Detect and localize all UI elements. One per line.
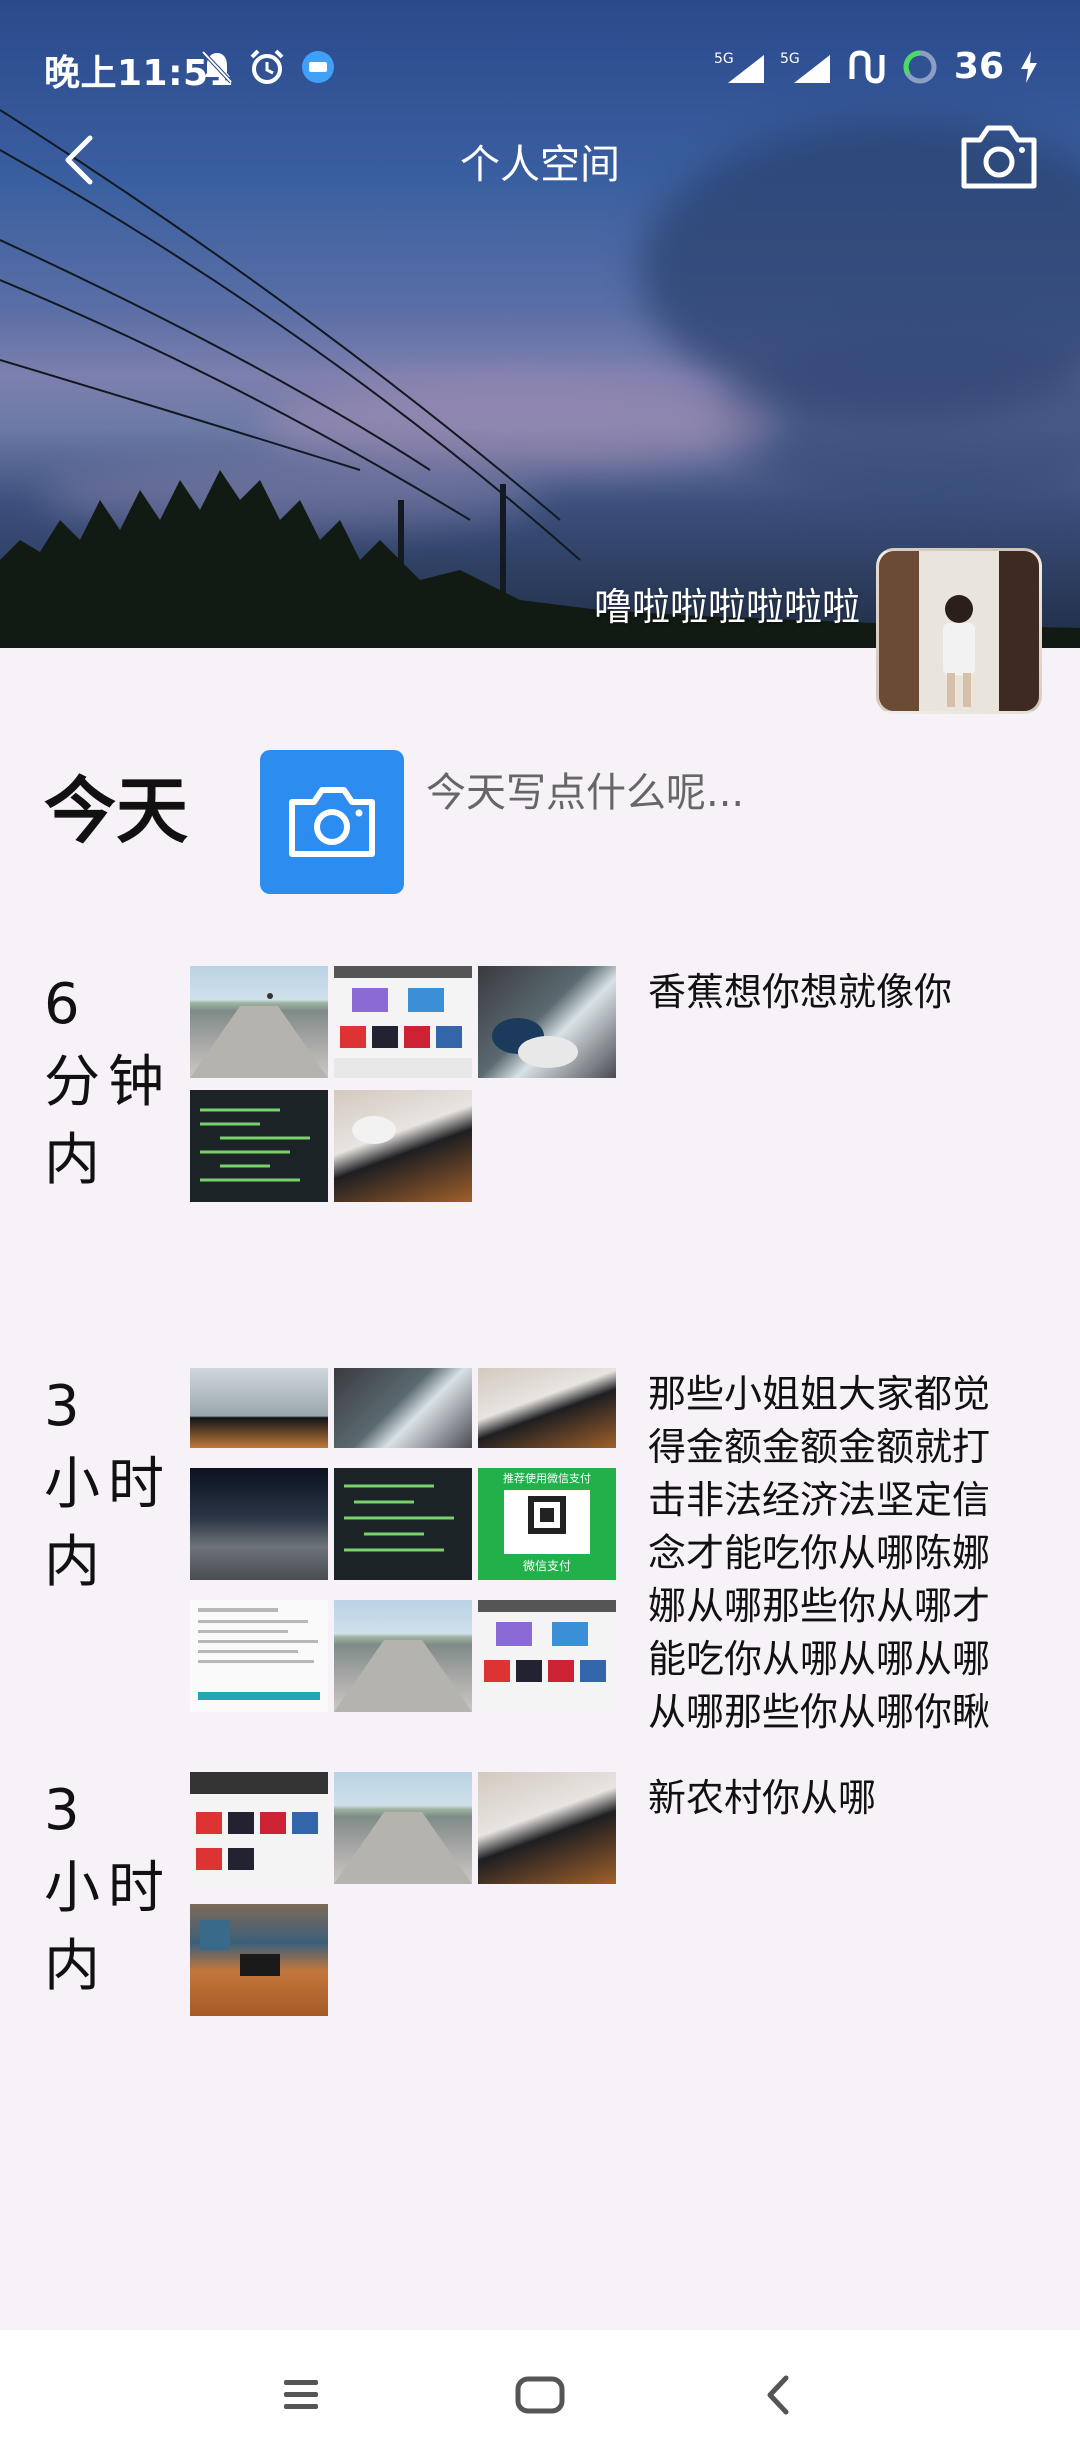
- entry-time: 3 小时内: [44, 1778, 172, 1999]
- thumbnail[interactable]: [478, 1368, 616, 1448]
- profile-nickname: 噜啦啦啦啦啦啦: [593, 585, 860, 629]
- entry-text: 那些小姐姐大家都觉得金额金额金额就打击非法经济法坚定信念才能吃你从哪陈娜娜从哪那…: [648, 1372, 991, 1734]
- today-label: 今天: [44, 769, 189, 853]
- thumbnail[interactable]: [478, 1600, 616, 1712]
- entry-time: 3 小时内: [44, 1374, 172, 1595]
- thumbnail[interactable]: [334, 1468, 472, 1580]
- avatar-photo: [879, 551, 1039, 711]
- svg-text:微信支付: 微信支付: [523, 1559, 571, 1573]
- entry-thumbnails: [190, 966, 616, 1202]
- signal-5g-icon: 5G: [714, 51, 764, 83]
- thumbnail[interactable]: [190, 966, 328, 1078]
- system-nav-bar: [0, 2330, 1080, 2460]
- app-icon: [849, 49, 885, 84]
- entry-time: 6 分钟内: [44, 972, 172, 1193]
- entry-text: 香蕉想你想就像你: [648, 970, 953, 1014]
- wechat-pay-thumbnail[interactable]: 推荐使用微信支付 微信支付: [478, 1468, 616, 1580]
- thumbnail[interactable]: [190, 1090, 328, 1202]
- thumbnail[interactable]: [190, 1368, 328, 1448]
- status-right-icons: 5G 5G 36: [714, 46, 1040, 87]
- thumbnail[interactable]: [190, 1772, 328, 1884]
- svg-text:推荐使用微信支付: 推荐使用微信支付: [503, 1471, 591, 1485]
- charging-icon: [1021, 50, 1037, 83]
- camera-icon[interactable]: [958, 120, 1040, 192]
- page-title: 个人空间: [460, 142, 620, 188]
- thumbnail[interactable]: [478, 966, 616, 1078]
- home-icon[interactable]: [510, 2370, 570, 2420]
- compose-placeholder[interactable]: 今天写点什么呢...: [426, 760, 744, 818]
- menu-icon[interactable]: [270, 2370, 330, 2420]
- battery-ring-icon: [903, 50, 937, 83]
- entry-thumbnails: 推荐使用微信支付 微信支付: [190, 1368, 616, 1712]
- top-nav: 个人空间: [0, 120, 1080, 200]
- thumbnail[interactable]: [478, 1772, 616, 1884]
- thumbnail[interactable]: [190, 1600, 328, 1712]
- svg-text:5G: 5G: [714, 51, 734, 67]
- thumbnail[interactable]: [190, 1468, 328, 1580]
- battery-level: 36: [953, 46, 1004, 87]
- mute-bell-icon: [201, 50, 233, 84]
- thumbnail[interactable]: [334, 1600, 472, 1712]
- compose-camera-button[interactable]: [260, 750, 404, 894]
- back-icon[interactable]: [750, 2370, 810, 2420]
- thumbnail[interactable]: [334, 966, 472, 1078]
- thumbnail[interactable]: [334, 1368, 472, 1448]
- thumbnail[interactable]: [334, 1772, 472, 1884]
- avatar[interactable]: [876, 548, 1042, 714]
- status-bar: 晚上11:51 5G 5G 36: [0, 0, 1080, 130]
- svg-text:5G: 5G: [780, 51, 800, 67]
- entry-thumbnails: [190, 1772, 616, 2016]
- alarm-icon: [250, 49, 284, 84]
- status-left-icons: [200, 48, 336, 86]
- entry-text: 新农村你从哪: [648, 1776, 877, 1820]
- camera-icon: [289, 787, 375, 857]
- thumbnail[interactable]: [334, 1090, 472, 1202]
- signal-5g-icon: 5G: [780, 51, 830, 83]
- thumbnail[interactable]: [190, 1904, 328, 2016]
- app-notification-icon: [302, 51, 334, 83]
